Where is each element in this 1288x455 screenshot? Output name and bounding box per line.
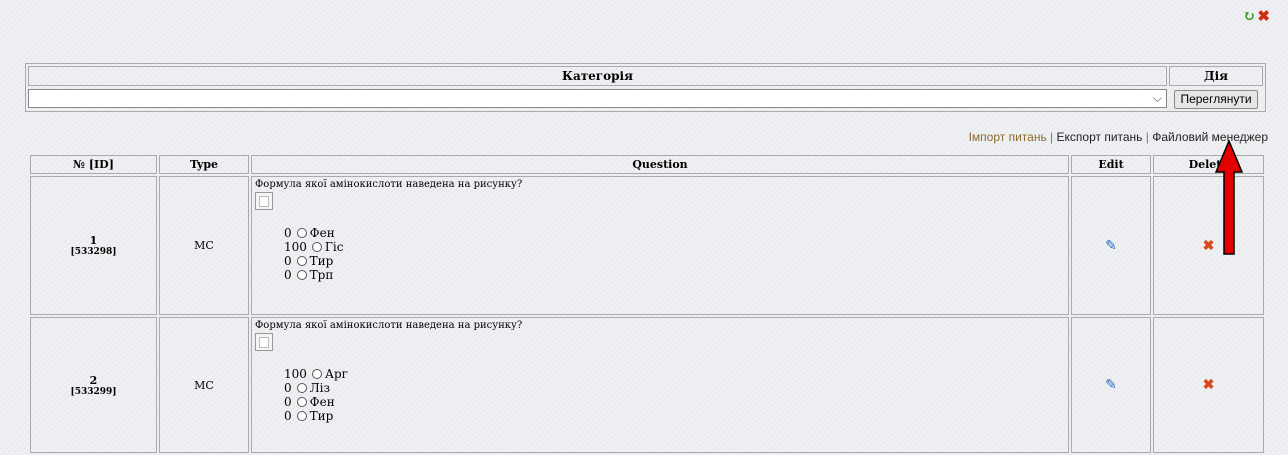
question-cell: Формула якої амінокислоти наведена на ри… — [251, 317, 1069, 453]
top-icons: ↻ ✖ — [1243, 8, 1270, 24]
radio-icon — [311, 242, 322, 252]
view-button[interactable]: Переглянути — [1174, 89, 1258, 109]
red-arrow-annotation — [1214, 140, 1244, 255]
action-header: Дія — [1169, 66, 1263, 86]
questions-table: № [ID] Type Question Edit Delete 1 [5332… — [28, 153, 1266, 455]
answer-label: Тир — [309, 254, 334, 268]
question-cell: Формула якої амінокислоти наведена на ри… — [251, 176, 1069, 315]
export-questions-link[interactable]: Експорт питань — [1057, 130, 1143, 144]
radio-icon — [311, 369, 322, 379]
type-cell: MC — [159, 317, 249, 453]
chevron-down-icon: ⌵ — [1152, 90, 1162, 105]
table-row: 1 [533298] MC Формула якої амінокислоти … — [30, 176, 1264, 315]
answer-option: 0 Тир — [284, 254, 1065, 268]
radio-icon — [296, 397, 307, 407]
question-id: [533299] — [70, 386, 117, 397]
category-header: Категорія — [28, 66, 1167, 86]
id-cell: 1 [533298] — [30, 176, 157, 315]
answer-score: 0 — [284, 395, 292, 409]
type-cell: MC — [159, 176, 249, 315]
file-manager-link[interactable]: Файловий менеджер — [1152, 130, 1268, 144]
col-header-question: Question — [251, 155, 1069, 174]
pencil-icon[interactable]: ✎ — [1105, 238, 1117, 254]
answer-score: 0 — [284, 409, 292, 423]
close-icon[interactable]: ✖ — [1257, 8, 1270, 24]
answer-option: 0 Ліз — [284, 381, 1065, 395]
answer-score: 100 — [284, 367, 307, 381]
delete-icon[interactable]: ✖ — [1203, 238, 1215, 254]
radio-icon — [296, 256, 307, 266]
question-number: 1 — [89, 234, 98, 247]
link-separator: | — [1046, 130, 1057, 144]
pencil-icon[interactable]: ✎ — [1105, 377, 1117, 393]
question-number: 2 — [89, 373, 98, 387]
answer-score: 0 — [284, 381, 292, 395]
col-header-edit: Edit — [1071, 155, 1151, 174]
answer-option: 0 Трп — [284, 268, 1065, 282]
radio-icon — [296, 270, 307, 280]
delete-cell: ✖ — [1153, 317, 1264, 453]
answer-label: Фен — [309, 226, 335, 240]
col-header-delete: Delete — [1153, 155, 1264, 174]
import-questions-link[interactable]: Імпорт питань — [969, 130, 1047, 144]
answer-label: Трп — [309, 268, 334, 282]
link-separator: | — [1142, 130, 1153, 144]
edit-cell: ✎ — [1071, 176, 1151, 315]
broken-image-icon — [255, 192, 273, 210]
radio-icon — [296, 228, 307, 238]
answer-score: 0 — [284, 226, 292, 240]
question-text: Формула якої амінокислоти наведена на ри… — [255, 179, 523, 190]
radio-icon — [296, 383, 307, 393]
delete-cell: ✖ — [1153, 176, 1264, 315]
answer-label: Арг — [324, 367, 348, 381]
answer-score: 0 — [284, 254, 292, 268]
delete-icon[interactable]: ✖ — [1203, 377, 1215, 393]
answer-label: Ліз — [309, 381, 331, 395]
radio-icon — [296, 411, 307, 421]
answer-list: 0 Фен 100 Гіс 0 Тир 0 Трп — [255, 226, 1065, 282]
answer-option: 100 Арг — [284, 367, 1065, 381]
question-text: Формула якої амінокислоти наведена на ри… — [255, 320, 523, 331]
answer-label: Фен — [309, 395, 335, 409]
back-icon[interactable]: ↻ — [1243, 8, 1256, 24]
answer-option: 0 Тир — [284, 409, 1065, 423]
category-table: Категорія Дія ⌵ Переглянути — [25, 63, 1266, 112]
edit-cell: ✎ — [1071, 317, 1151, 453]
col-header-id: № [ID] — [30, 155, 157, 174]
answer-label: Тир — [309, 409, 334, 423]
col-header-type: Type — [159, 155, 249, 174]
table-row: 2 [533299] MC Формула якої амінокислоти … — [30, 317, 1264, 453]
answer-label: Гіс — [324, 240, 344, 254]
broken-image-icon — [255, 333, 273, 351]
answer-option: 0 Фен — [284, 395, 1065, 409]
answer-score: 100 — [284, 240, 307, 254]
answer-list: 100 Арг 0 Ліз 0 Фен 0 Тир — [255, 367, 1065, 423]
answer-option: 0 Фен — [284, 226, 1065, 240]
id-cell: 2 [533299] — [30, 317, 157, 453]
answer-option: 100 Гіс — [284, 240, 1065, 254]
answer-score: 0 — [284, 268, 292, 282]
question-id: [533298] — [70, 247, 117, 257]
category-select[interactable]: ⌵ — [28, 88, 1167, 108]
